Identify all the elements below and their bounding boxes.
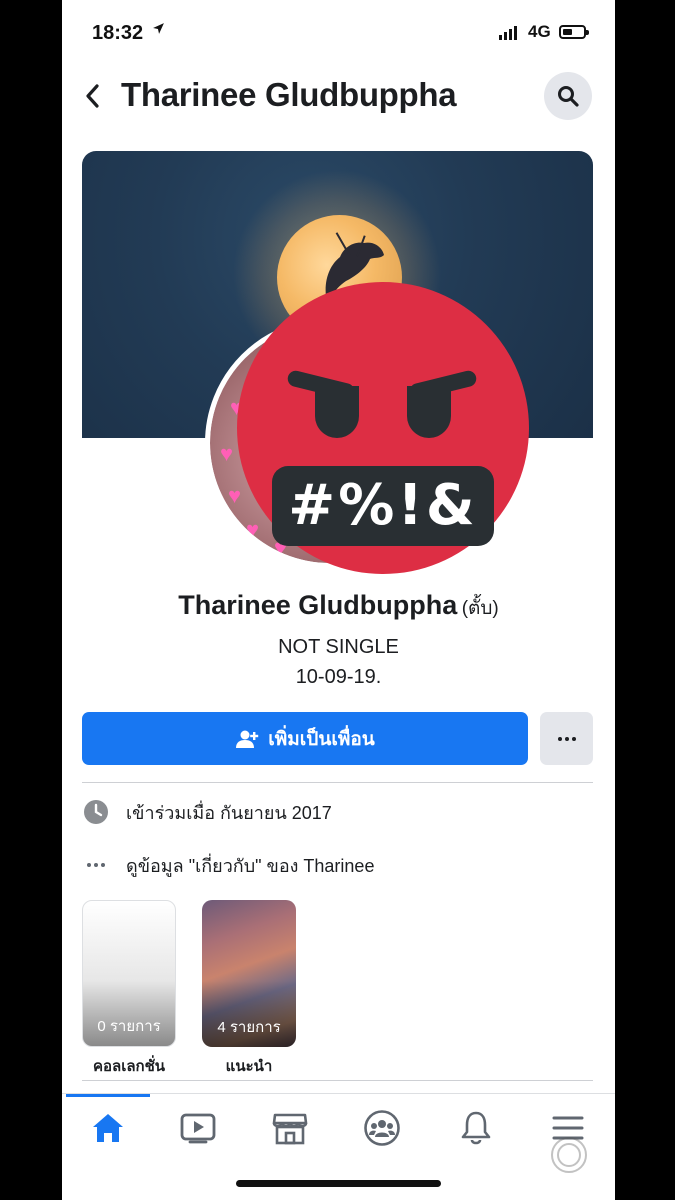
profile-name-line: Tharinee Gludbuppha (ตั้บ) [62,590,615,623]
store-icon[interactable] [268,1108,312,1148]
heart-icon: ♥ [220,441,234,466]
divider [82,1080,593,1081]
divider [82,782,593,783]
heart-icon: ♥ [246,517,260,542]
status-bar: 18:32 4G [62,0,615,62]
status-time: 18:32 [92,22,144,44]
heart-icon: ♥ [228,483,242,508]
highlight-count: 0 รายการ [97,1018,161,1035]
add-friend-label: เพิ่มเป็นเพื่อน [268,728,375,750]
home-icon[interactable] [86,1108,130,1148]
about-row[interactable]: ดูข้อมูล "เกี่ยวกับ" ของ Tharinee [82,848,593,882]
profile-name: Tharinee Gludbuppha [178,590,458,620]
groups-icon[interactable] [360,1108,404,1148]
highlight-count: 4 รายการ [217,1019,281,1036]
bottom-tab-bar [62,1093,615,1161]
home-indicator[interactable] [236,1180,441,1187]
joined-row: เข้าร่วมเมื่อ กันยายน 2017 [82,795,593,829]
highlight-tile-collection[interactable]: 0 รายการ [82,900,176,1047]
angry-face-sticker: #%!& [237,282,529,574]
more-dots-icon [82,852,109,879]
search-icon[interactable] [544,72,592,120]
active-tab-indicator [66,1094,150,1097]
highlight-label[interactable]: แนะนำ [202,1054,296,1078]
profile-header: Tharinee Gludbuppha [62,62,615,132]
left-eye [315,386,359,438]
page-title: Tharinee Gludbuppha [121,76,457,113]
add-person-icon [236,730,259,748]
location-arrow-icon [152,22,165,40]
bio-line-2: 10-09-19. [295,666,382,688]
clock-icon [82,799,109,826]
bio-line-1: NOT SINGLE [278,636,399,658]
signal-icon [499,24,517,40]
about-link[interactable]: ดูข้อมูล "เกี่ยวกับ" ของ Tharinee [126,851,374,880]
network-label: 4G [528,22,551,41]
phone-screen: 18:32 4G Tharinee Gludbuppha ♥ ♥ ♥ ♥ ♥ #… [62,0,615,1200]
highlight-tile-featured[interactable]: 4 รายการ [202,900,296,1047]
curse-symbols: #%!& [272,466,494,546]
add-friend-button[interactable]: เพิ่มเป็นเพื่อน [82,712,528,765]
video-icon[interactable] [176,1108,220,1148]
right-eye [407,386,451,438]
joined-text: เข้าร่วมเมื่อ กันยายน 2017 [126,802,332,823]
more-options-button[interactable] [540,712,593,765]
profile-nickname: (ตั้บ) [461,598,499,619]
more-dots-icon [557,736,576,741]
chevron-left-icon[interactable] [74,78,110,114]
bell-icon[interactable] [454,1108,498,1148]
assistive-touch-button[interactable] [551,1137,587,1173]
battery-icon [559,25,589,39]
highlight-label[interactable]: คอลเลกชั่น [82,1054,176,1078]
